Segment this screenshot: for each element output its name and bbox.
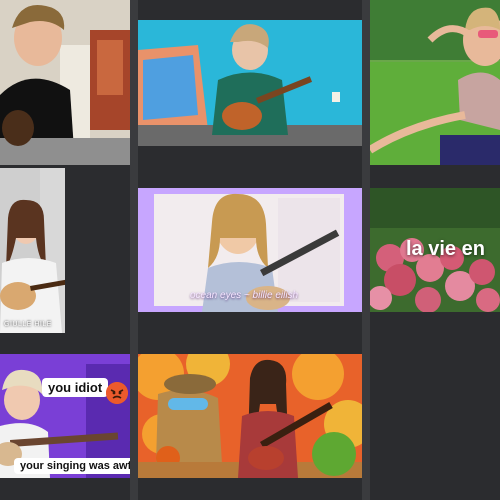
tile-caption: la vie en (406, 238, 485, 260)
video-feed (138, 354, 362, 478)
comment-text: your singing was awful. (20, 460, 130, 472)
video-tile-bottom-left[interactable]: you idiot your singing was awful. (0, 354, 130, 478)
video-tile-top-left[interactable] (0, 0, 130, 165)
tile-caption: GIULLE HILE (4, 321, 52, 328)
video-tile-top-center[interactable] (138, 20, 362, 146)
video-feed (0, 0, 130, 165)
column-separator-left (130, 0, 138, 500)
video-feed (370, 0, 500, 165)
video-feed (138, 20, 362, 146)
comment-text: you idiot (48, 380, 103, 395)
tile-caption: ocean eyes ~ billie eilish (190, 290, 299, 301)
video-tile-mid-left[interactable]: GIULLE HILE (0, 168, 65, 333)
angry-face-icon (106, 382, 128, 404)
video-tile-mid-right[interactable]: la vie en (370, 188, 500, 312)
video-feed (0, 168, 65, 333)
comment-bubble-insult: you idiot (42, 378, 109, 397)
video-tile-mid-center[interactable]: ocean eyes ~ billie eilish (138, 188, 362, 312)
comment-bubble-criticism: your singing was awful. (14, 458, 130, 474)
column-separator-right (362, 0, 370, 500)
video-tile-bottom-center[interactable] (138, 354, 362, 478)
video-tile-top-right[interactable] (370, 0, 500, 165)
